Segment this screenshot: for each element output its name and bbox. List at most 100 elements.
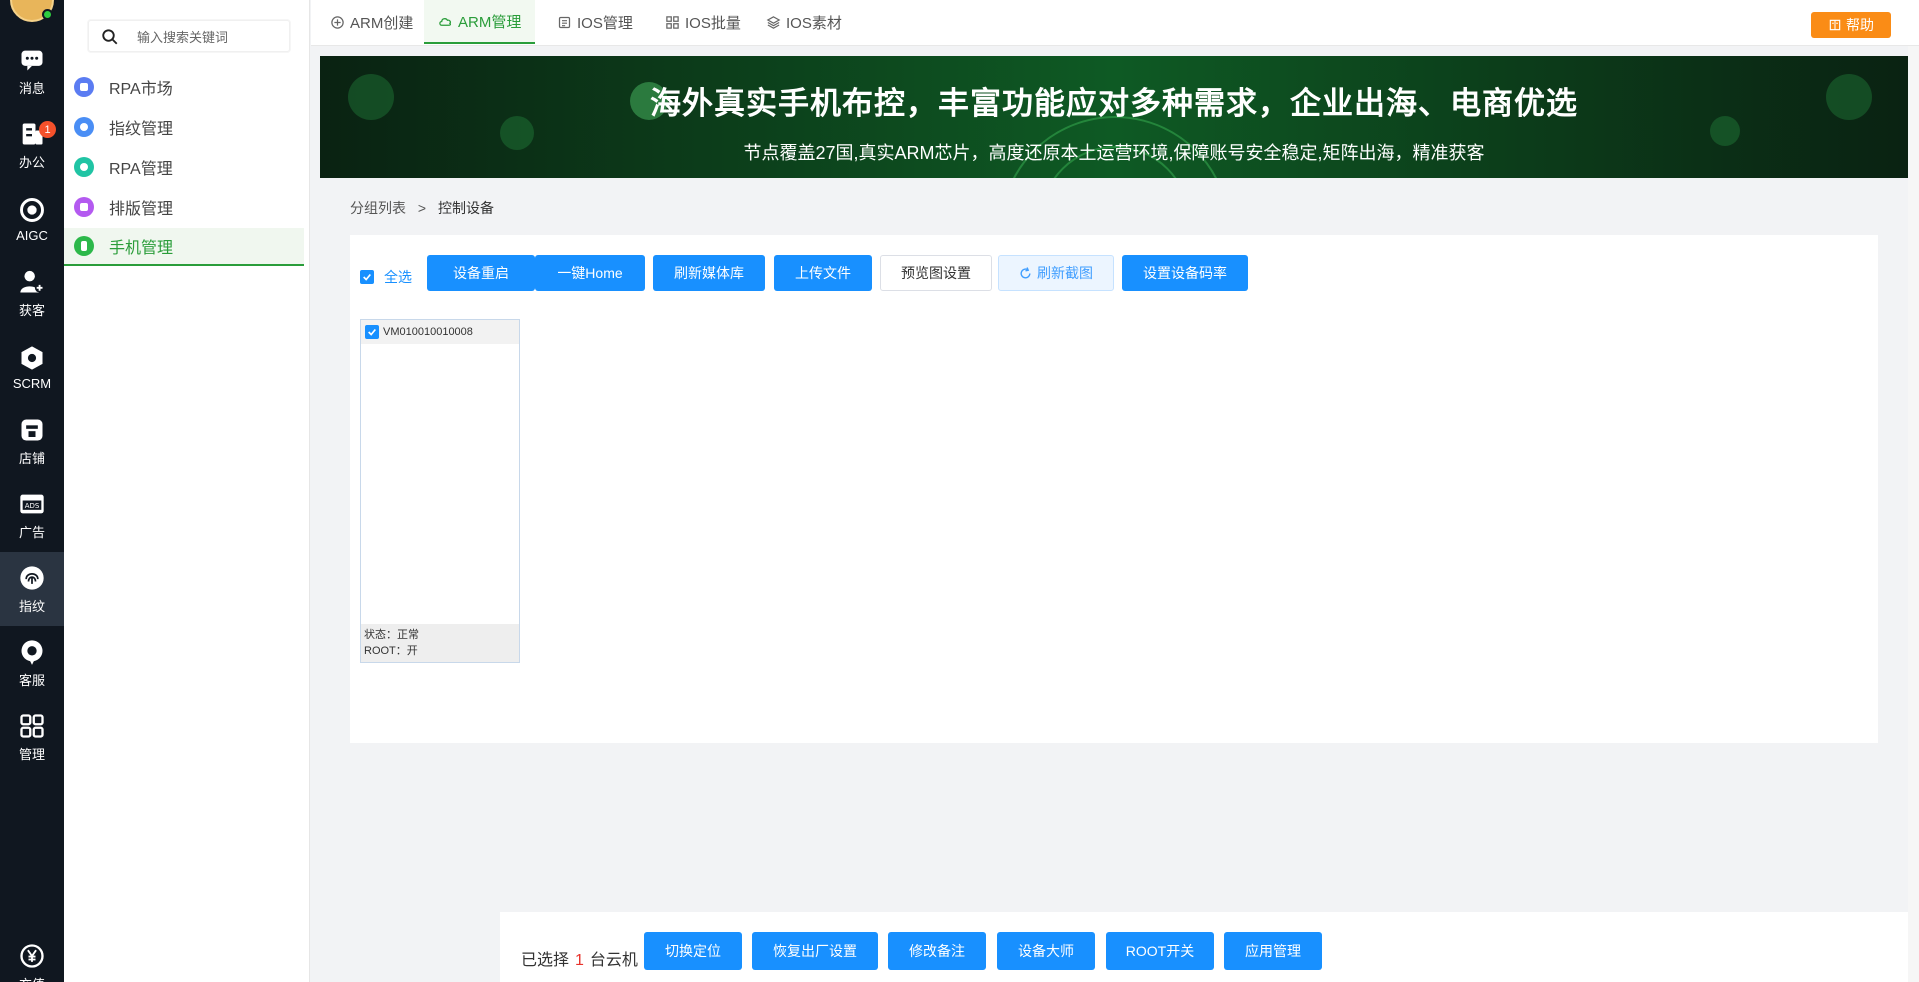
app-manage-button[interactable]: 应用管理 — [1224, 932, 1322, 970]
rail-item-messages[interactable]: 消息 — [0, 34, 64, 108]
shop-icon — [21, 419, 43, 440]
sidebar-item-layout-manage[interactable]: 排版管理 — [64, 188, 304, 226]
selection-suffix: 台云机 — [589, 952, 638, 969]
device-card[interactable]: VM010010010008 状态：正常 ROOT：开 — [360, 319, 520, 663]
rail-label: AIGC — [16, 227, 48, 243]
rail-label: 客服 — [18, 672, 45, 688]
banner-title: 海外真实手机布控，丰富功能应对多种需求，企业出海、电商优选 — [650, 86, 1578, 121]
rail-label: 消息 — [18, 80, 45, 96]
refresh-screenshot-button[interactable]: 刷新截图 — [998, 255, 1114, 291]
tab-label: ARM创建 — [350, 14, 414, 32]
sidebar-item-rpa-market[interactable]: RPA市场 — [64, 68, 304, 106]
edit-note-button[interactable]: 修改备注 — [888, 932, 986, 970]
factory-reset-button[interactable]: 恢复出厂设置 — [752, 932, 878, 970]
sidebar-item-label: RPA管理 — [109, 161, 173, 178]
refresh-screenshot-label: 刷新截图 — [1037, 265, 1093, 281]
support-icon — [21, 639, 43, 665]
tab-label: IOS素材 — [786, 14, 842, 32]
tab-ios-batch[interactable]: IOS批量 — [651, 0, 755, 44]
tab-bar: ARM创建 ARM管理 IOS管理 IOS批量 IOS素材 帮助 — [311, 0, 1919, 46]
breadcrumb-parent[interactable]: 分组列表 — [350, 200, 406, 216]
banner-subtitle: 节点覆盖27国,真实ARM芯片，高度还原本土运营环境,保障账号安全稳定,矩阵出海… — [743, 143, 1485, 163]
rail-item-office[interactable]: 办公 1 — [0, 108, 64, 182]
tab-arm-manage[interactable]: ARM管理 — [424, 0, 536, 44]
cloud-icon — [439, 17, 452, 26]
help-button[interactable]: 帮助 — [1811, 12, 1891, 38]
sidebar: RPA市场 指纹管理 RPA管理 排版管理 手机管理 — [64, 0, 310, 982]
refresh-icon — [1020, 266, 1031, 278]
device-card-header: VM010010010008 — [361, 320, 519, 344]
scrm-icon — [21, 345, 43, 370]
sidebar-item-label: 指纹管理 — [109, 121, 174, 138]
rail-label: 店铺 — [18, 450, 45, 466]
ads-icon: ADS — [20, 494, 44, 513]
bottom-action-bar: 已选择 1 台云机 切换定位 恢复出厂设置 修改备注 设备大师 ROOT开关 应用管… — [500, 912, 1910, 982]
fingerprint-icon — [74, 117, 94, 137]
sidebar-item-fingerprint-manage[interactable]: 指纹管理 — [64, 108, 304, 146]
book-icon — [1829, 19, 1841, 31]
root-toggle-button[interactable]: ROOT开关 — [1106, 932, 1214, 970]
set-bitrate-button[interactable]: 设置设备码率 — [1122, 255, 1248, 291]
switch-location-button[interactable]: 切换定位 — [644, 932, 742, 970]
status-label: 状态： — [364, 629, 397, 641]
tab-label: IOS批量 — [685, 14, 741, 32]
search-box[interactable] — [88, 20, 290, 52]
tab-ios-manage[interactable]: IOS管理 — [543, 0, 647, 44]
rail-label: 广告 — [18, 524, 45, 540]
sidebar-item-phone-manage[interactable]: 手机管理 — [64, 228, 304, 266]
add-user-icon — [20, 270, 45, 292]
rail-item-support[interactable]: 客服 — [0, 626, 64, 700]
tab-label: ARM管理 — [458, 13, 522, 31]
layers-icon — [766, 15, 781, 29]
rail-label: 指纹 — [18, 598, 45, 614]
status-value: 正常 — [397, 629, 419, 641]
sidebar-item-label: RPA市场 — [109, 81, 173, 98]
avatar[interactable] — [10, 0, 54, 22]
yen-icon — [20, 943, 44, 968]
svg-text:ADS: ADS — [25, 502, 40, 510]
rail-label: 充值 — [19, 974, 45, 982]
selection-prefix: 已选择 — [521, 952, 570, 969]
rail-item-recharge[interactable]: 充值 — [0, 930, 64, 982]
tab-arm-create[interactable]: ARM创建 — [316, 0, 427, 44]
one-click-home-button[interactable]: 一键Home — [535, 255, 645, 291]
rpa-market-icon — [74, 77, 94, 97]
rail-item-fingerprint[interactable]: 指纹 — [0, 552, 64, 626]
sidebar-item-rpa-manage[interactable]: RPA管理 — [64, 148, 304, 186]
device-checkbox[interactable] — [365, 325, 379, 339]
rail-label: SCRM — [12, 375, 52, 391]
rpa-manage-icon — [74, 157, 94, 177]
root-label: ROOT： — [364, 645, 407, 657]
preview-settings-button[interactable]: 预览图设置 — [880, 255, 992, 291]
device-id: VM010010010008 — [383, 326, 473, 338]
help-label: 帮助 — [1846, 17, 1874, 33]
rail-item-aigc[interactable]: AIGC — [0, 182, 64, 256]
rail-label: 获客 — [18, 302, 45, 318]
aigc-icon — [20, 197, 44, 222]
root-value: 开 — [406, 645, 418, 657]
rail-item-shop[interactable]: 店铺 — [0, 404, 64, 478]
breadcrumb-separator: > — [417, 200, 427, 216]
select-all-label: 全选 — [384, 269, 412, 285]
rail-item-acquire[interactable]: 获客 — [0, 256, 64, 330]
plus-circle-icon — [331, 15, 344, 29]
sidebar-item-label: 排版管理 — [109, 201, 174, 218]
rail-item-scrm[interactable]: SCRM — [0, 330, 64, 404]
upload-file-button[interactable]: 上传文件 — [774, 255, 872, 291]
fingerprint-icon — [20, 565, 44, 590]
search-input[interactable] — [137, 27, 285, 47]
refresh-media-button[interactable]: 刷新媒体库 — [653, 255, 765, 291]
search-icon — [102, 29, 118, 45]
rail-item-manage[interactable]: 管理 — [0, 700, 64, 774]
tab-ios-material[interactable]: IOS素材 — [752, 0, 856, 44]
select-all-checkbox[interactable]: 全选 — [360, 267, 412, 287]
online-status-dot — [42, 9, 53, 20]
tab-label: IOS管理 — [577, 14, 633, 32]
device-master-button[interactable]: 设备大师 — [997, 932, 1095, 970]
selection-count: 已选择 1 台云机 — [521, 946, 638, 970]
checkbox-checked-icon — [360, 270, 374, 284]
rail-item-ads[interactable]: ADS 广告 — [0, 478, 64, 552]
scrollbar[interactable] — [1908, 46, 1919, 982]
reboot-device-button[interactable]: 设备重启 — [427, 255, 535, 291]
list-icon — [558, 16, 571, 28]
